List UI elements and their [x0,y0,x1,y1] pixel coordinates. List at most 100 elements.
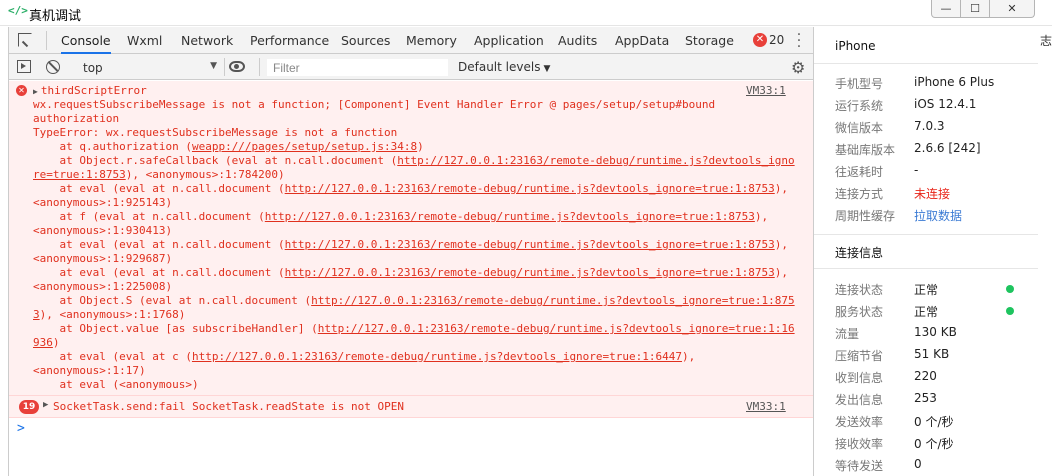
stack-trace-link[interactable]: http://127.0.0.1:23163/remote-debug/runt… [285,182,775,195]
divider [814,268,1039,269]
stack-trace-link[interactable]: http://127.0.0.1:23163/remote-debug/runt… [318,322,795,335]
stack-trace-line: 3), <anonymous>:1:1768) [33,308,803,322]
info-label: 收到信息 [835,371,884,385]
stack-trace-line: at f (eval at n.call.document (http://12… [33,210,803,224]
close-button[interactable]: ✕ [989,0,1035,18]
error-summary-line: ▶ thirdScriptError [33,84,803,98]
info-value: iOS 12.4.1 [914,97,977,111]
tab-appdata[interactable]: AppData [615,27,669,54]
info-label: 连接状态 [835,283,884,297]
info-value: iPhone 6 Plus [914,75,995,89]
stack-trace-link[interactable]: http://127.0.0.1:23163/remote-debug/runt… [285,266,775,279]
tab-application[interactable]: Application [474,27,544,54]
stack-trace-text: <anonymous>:1:929687) [33,252,173,265]
info-value: 0 个/秒 [914,437,954,451]
devtools-tabbar: Console Wxml Network Performance Sources… [9,27,814,54]
stack-trace-text: <anonymous>:1:930413) [33,224,173,237]
console-prompt-icon[interactable]: > [17,421,25,436]
stack-trace-link[interactable]: 3 [33,308,40,321]
stack-trace-line: <anonymous>:1:17) [33,364,803,378]
minimize-button[interactable]: — [931,0,961,18]
info-label: 连接方式 [835,187,884,201]
connection-section-title: 连接信息 [835,246,884,260]
info-value: 0 [914,457,922,471]
more-options-icon[interactable]: · · · [795,28,803,54]
tab-audits[interactable]: Audits [558,27,597,54]
stack-trace-text: at eval (eval at c ( [33,350,192,363]
info-label: 运行系统 [835,99,884,113]
clear-console-icon[interactable] [46,60,60,74]
info-value: 0 个/秒 [914,415,954,429]
live-expression-eye-icon[interactable] [229,61,245,72]
window-titlebar: </> 真机调试 — ☐ ✕ [0,0,1052,26]
log-levels-dropdown[interactable]: Default levels ▼ [458,54,550,80]
stack-trace-link[interactable]: http://127.0.0.1:23163/remote-debug/runt… [192,350,682,363]
pull-data-link[interactable]: 拉取数据 [914,207,962,224]
settings-gear-icon[interactable]: ⚙ [791,58,805,77]
console-error-message[interactable]: 19 ▶ SocketTask.send:fail SocketTask.rea… [9,396,814,418]
console-error-message[interactable]: ✕ ▶ thirdScriptError wx.requestSubscribeMe… [9,81,814,396]
info-label: 周期性缓存 [835,209,896,223]
stack-trace-text: ), <anonymous>:1:784200) [125,168,285,181]
tab-wxml[interactable]: Wxml [127,27,162,54]
info-label: 发送效率 [835,415,884,429]
log-levels-label: Default levels [458,60,541,74]
device-section-title: iPhone [835,39,876,53]
stack-trace-line: <anonymous>:1:930413) [33,224,803,238]
stack-trace-line: <anonymous>:1:929687) [33,252,803,266]
status-ok-icon [1006,307,1014,315]
stack-trace-link[interactable]: http://127.0.0.1:23163/remote-debug/runt… [285,238,775,251]
code-icon: </> [8,4,28,17]
info-value: 7.0.3 [914,119,945,133]
filter-input[interactable] [266,58,449,77]
stack-trace-text: wx.requestSubscribeMessage is not a func… [33,98,716,111]
info-label: 发出信息 [835,393,884,407]
error-count-icon[interactable]: ✕ [753,33,767,47]
maximize-button[interactable]: ☐ [960,0,990,18]
stack-trace-text: TypeError: wx.requestSubscribeMessage is… [33,126,398,139]
stack-trace-line: at Object.value [as subscribeHandler] (h… [33,322,803,336]
source-link[interactable]: VM33:1 [746,400,786,413]
info-label: 压缩节省 [835,349,884,363]
tab-memory[interactable]: Memory [406,27,457,54]
stack-trace-text: <anonymous>:1:17) [33,364,146,377]
info-label: 服务状态 [835,305,884,319]
stack-trace-text: at Object.S (eval at n.call.document ( [33,294,312,307]
stack-trace-link[interactable]: weapp:///pages/setup/setup.js:34:8 [192,140,417,153]
error-text: SocketTask.send:fail SocketTask.readStat… [53,400,404,413]
stack-trace-link[interactable]: re=true:1:8753 [33,168,126,181]
info-value: 正常 [914,283,939,297]
info-value: 未连接 [914,187,951,201]
stack-trace-text: at f (eval at n.call.document ( [33,210,265,223]
stack-trace-line: <anonymous>:1:225008) [33,280,803,294]
stack-trace-line: at eval (eval at c (http://127.0.0.1:231… [33,350,803,364]
tab-console[interactable]: Console [61,27,111,54]
context-selector[interactable]: top ▼ [72,57,222,77]
error-count[interactable]: 20 [769,27,784,54]
stack-trace-text: authorization [33,112,120,125]
stack-trace-link[interactable]: http://127.0.0.1:23163/remote-debug/runt… [311,294,794,307]
tab-sources[interactable]: Sources [341,27,390,54]
stack-trace-line: re=true:1:8753), <anonymous>:1:784200) [33,168,803,182]
divider [259,58,260,76]
expand-triangle-icon[interactable]: ▶ [33,87,38,96]
tab-network[interactable]: Network [181,27,233,54]
stack-trace-link[interactable]: http://127.0.0.1:23163/remote-debug/runt… [397,154,794,167]
tab-storage[interactable]: Storage [685,27,734,54]
stack-trace-link[interactable]: http://127.0.0.1:23163/remote-debug/runt… [265,210,755,223]
stack-trace-line: 936) [33,336,803,350]
stack-trace-link[interactable]: 936 [33,336,53,349]
dropdown-caret-icon: ▼ [543,64,551,74]
info-label: 微信版本 [835,121,884,135]
panel-scrollbar[interactable] [1038,27,1052,476]
tab-performance[interactable]: Performance [250,27,329,54]
stack-trace-text: at eval (eval at n.call.document ( [33,182,285,195]
show-sidebar-icon[interactable] [17,60,31,73]
expand-triangle-icon[interactable]: ▶ [43,400,48,410]
info-value: 51 KB [914,347,950,361]
source-link[interactable]: VM33:1 [746,84,786,97]
inspect-element-icon[interactable] [18,33,32,47]
error-stack-trace: ▶ thirdScriptError wx.requestSubscribeMess… [33,84,803,392]
console-output[interactable]: ✕ ▶ thirdScriptError wx.requestSubscribeMe… [9,81,814,476]
stack-trace-line: wx.requestSubscribeMessage is not a func… [33,98,803,112]
